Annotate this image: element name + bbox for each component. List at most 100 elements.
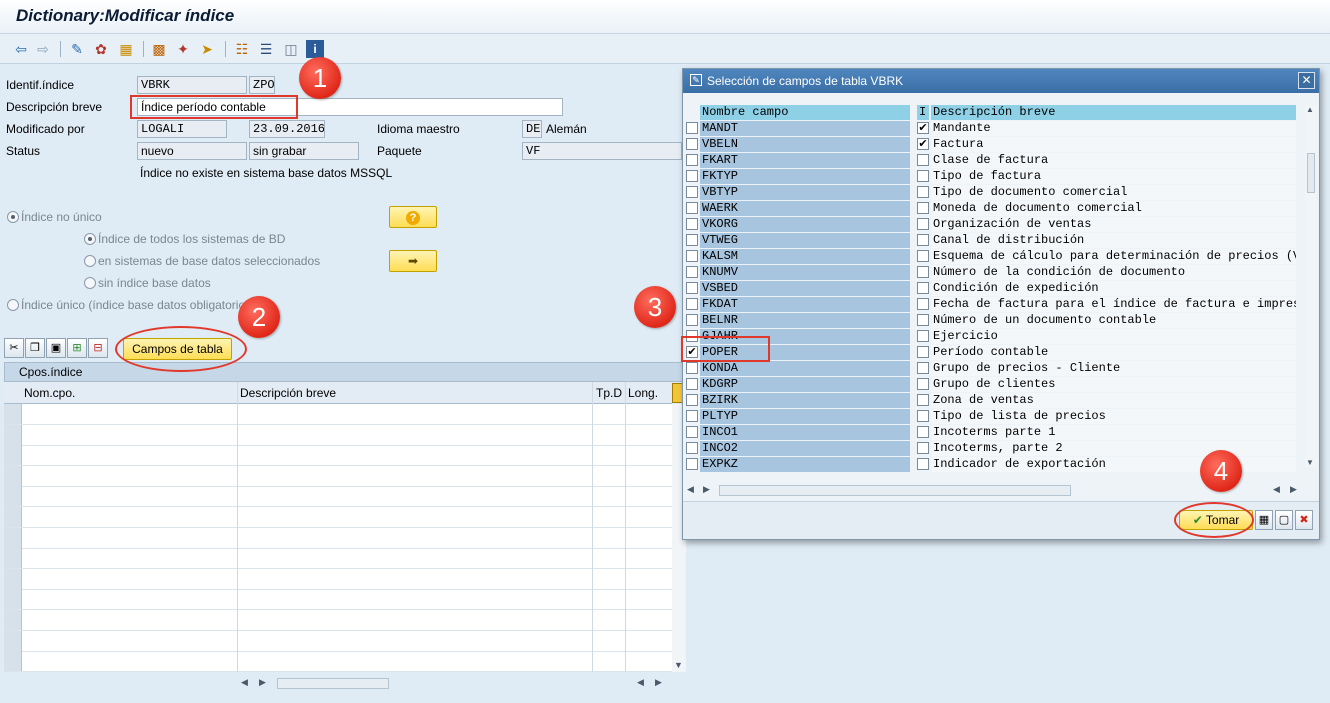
radio-selected-systems[interactable] xyxy=(84,255,96,267)
dialog-field-row[interactable]: ✔ POPER Período contable xyxy=(683,345,1303,361)
field-select-checkbox[interactable] xyxy=(686,218,698,230)
field-select-checkbox[interactable] xyxy=(686,170,698,182)
table-row[interactable] xyxy=(4,589,672,611)
dialog-field-row[interactable]: VTWEG Canal de distribución xyxy=(683,233,1303,249)
dialog-field-row[interactable]: INCO1 Incoterms parte 1 xyxy=(683,425,1303,441)
scroll-thumb[interactable] xyxy=(277,678,389,689)
paste-icon[interactable]: ▣ xyxy=(46,338,66,358)
field-select-checkbox[interactable] xyxy=(686,282,698,294)
row-selector[interactable] xyxy=(4,568,22,589)
cut-icon[interactable]: ✂ xyxy=(4,338,24,358)
scroll-right-icon-2[interactable]: ▶ xyxy=(655,677,662,688)
row-selector[interactable] xyxy=(4,507,22,527)
dialog-field-row[interactable]: VKORG Organización de ventas xyxy=(683,217,1303,233)
field-select-checkbox[interactable] xyxy=(686,138,698,150)
dialog-field-row[interactable]: MANDT ✔ Mandante xyxy=(683,121,1303,137)
row-selector[interactable] xyxy=(4,424,22,445)
dialog-field-row[interactable]: KNUMV Número de la condición de documento xyxy=(683,265,1303,281)
field-select-checkbox[interactable] xyxy=(686,410,698,422)
index-fields-table[interactable] xyxy=(4,404,672,673)
row-selector[interactable] xyxy=(4,651,22,672)
field-select-checkbox[interactable] xyxy=(686,122,698,134)
row-selector[interactable] xyxy=(4,486,22,507)
field-select-checkbox[interactable] xyxy=(686,426,698,438)
dialog-field-row[interactable]: BELNR Número de un documento contable xyxy=(683,313,1303,329)
field-select-checkbox[interactable] xyxy=(686,250,698,262)
object-list-icon[interactable]: ▦ xyxy=(117,40,135,58)
deselect-icon[interactable]: ▢ xyxy=(1275,510,1293,530)
dialog-field-row[interactable]: KONDA Grupo de precios - Cliente xyxy=(683,361,1303,377)
help-button[interactable]: ? xyxy=(389,206,437,228)
dialog-field-row[interactable]: VBELN ✔ Factura xyxy=(683,137,1303,153)
row-selector[interactable] xyxy=(4,630,22,651)
field-select-checkbox[interactable] xyxy=(686,362,698,374)
dialog-scroll-right-icon-2[interactable]: ▶ xyxy=(1290,484,1297,495)
scroll-left-icon-2[interactable]: ◀ xyxy=(637,677,644,688)
dialog-scroll-right-icon[interactable]: ▶ xyxy=(703,484,710,495)
field-select-checkbox[interactable] xyxy=(686,378,698,390)
radio-unique[interactable] xyxy=(7,299,19,311)
table-row[interactable] xyxy=(4,404,672,425)
dialog-vertical-scrollbar[interactable]: ▲ ▼ xyxy=(1305,105,1317,467)
display-change-icon[interactable]: ✎ xyxy=(68,40,86,58)
dialog-scroll-down-icon[interactable]: ▼ xyxy=(1306,458,1314,467)
radio-all-systems[interactable] xyxy=(84,233,96,245)
row-selector[interactable] xyxy=(4,404,22,424)
dialog-field-row[interactable]: KALSM Esquema de cálculo para determinaci… xyxy=(683,249,1303,265)
row-selector[interactable] xyxy=(4,548,22,569)
table-row[interactable] xyxy=(4,527,672,549)
field-select-checkbox[interactable] xyxy=(686,266,698,278)
list-icon[interactable]: ☰ xyxy=(257,40,275,58)
row-selector[interactable] xyxy=(4,465,22,486)
copy-icon[interactable]: ❐ xyxy=(25,338,45,358)
table-row[interactable] xyxy=(4,445,672,467)
dialog-field-row[interactable]: VBTYP Tipo de documento comercial xyxy=(683,185,1303,201)
field-select-checkbox[interactable] xyxy=(686,442,698,454)
scroll-right-icon[interactable]: ▶ xyxy=(259,677,266,688)
row-selector[interactable] xyxy=(4,445,22,466)
table-row[interactable] xyxy=(4,568,672,590)
select-all-icon[interactable]: ▦ xyxy=(1255,510,1273,530)
field-select-checkbox[interactable] xyxy=(686,202,698,214)
table-row[interactable] xyxy=(4,630,672,652)
row-selector[interactable] xyxy=(4,610,22,630)
activate-icon[interactable]: ✿ xyxy=(92,40,110,58)
dialog-field-row[interactable]: GJAHR Ejercicio xyxy=(683,329,1303,345)
db-systems-button[interactable]: ➡ xyxy=(389,250,437,272)
info-icon[interactable]: i xyxy=(306,40,324,58)
field-select-checkbox[interactable] xyxy=(686,186,698,198)
dialog-scroll-thumb-h[interactable] xyxy=(719,485,1071,496)
dialog-field-row[interactable]: BZIRK Zona de ventas xyxy=(683,393,1303,409)
table-row[interactable] xyxy=(4,424,672,446)
table-horizontal-scrollbar[interactable]: ◀ ▶ ◀ ▶ xyxy=(237,676,667,692)
field-select-checkbox[interactable] xyxy=(686,234,698,246)
dialog-scroll-left-icon[interactable]: ◀ xyxy=(687,484,694,495)
field-select-checkbox[interactable] xyxy=(686,394,698,406)
insert-row-icon[interactable]: ⊞ xyxy=(67,338,87,358)
dialog-field-row[interactable]: FKART Clase de factura xyxy=(683,153,1303,169)
dialog-field-row[interactable]: WAERK Moneda de documento comercial xyxy=(683,201,1303,217)
row-selector[interactable] xyxy=(4,589,22,610)
scroll-left-icon[interactable]: ◀ xyxy=(241,677,248,688)
layout-icon[interactable]: ◫ xyxy=(282,40,300,58)
dialog-scroll-up-icon[interactable]: ▲ xyxy=(1306,105,1314,114)
tree-icon[interactable]: ☷ xyxy=(233,40,251,58)
dialog-close-icon[interactable]: ✕ xyxy=(1298,72,1315,89)
magic-wand-icon[interactable]: ✦ xyxy=(174,40,192,58)
dialog-scroll-left-icon-2[interactable]: ◀ xyxy=(1273,484,1280,495)
field-select-checkbox[interactable] xyxy=(686,154,698,166)
radio-non-unique[interactable] xyxy=(7,211,19,223)
table-row[interactable] xyxy=(4,651,672,673)
field-select-checkbox[interactable] xyxy=(686,298,698,310)
dialog-field-row[interactable]: KDGRP Grupo de clientes xyxy=(683,377,1303,393)
table-row[interactable] xyxy=(4,610,672,631)
dialog-field-row[interactable]: VSBED Condición de expedición xyxy=(683,281,1303,297)
navigate-icon[interactable]: ➤ xyxy=(198,40,216,58)
dialog-field-row[interactable]: PLTYP Tipo de lista de precios xyxy=(683,409,1303,425)
field-select-checkbox[interactable] xyxy=(686,458,698,470)
forward-arrow-icon[interactable]: ⇨ xyxy=(34,40,52,58)
table-row[interactable] xyxy=(4,548,672,570)
row-selector[interactable] xyxy=(4,527,22,548)
dialog-field-row[interactable]: FKTYP Tipo de factura xyxy=(683,169,1303,185)
table-row[interactable] xyxy=(4,507,672,528)
